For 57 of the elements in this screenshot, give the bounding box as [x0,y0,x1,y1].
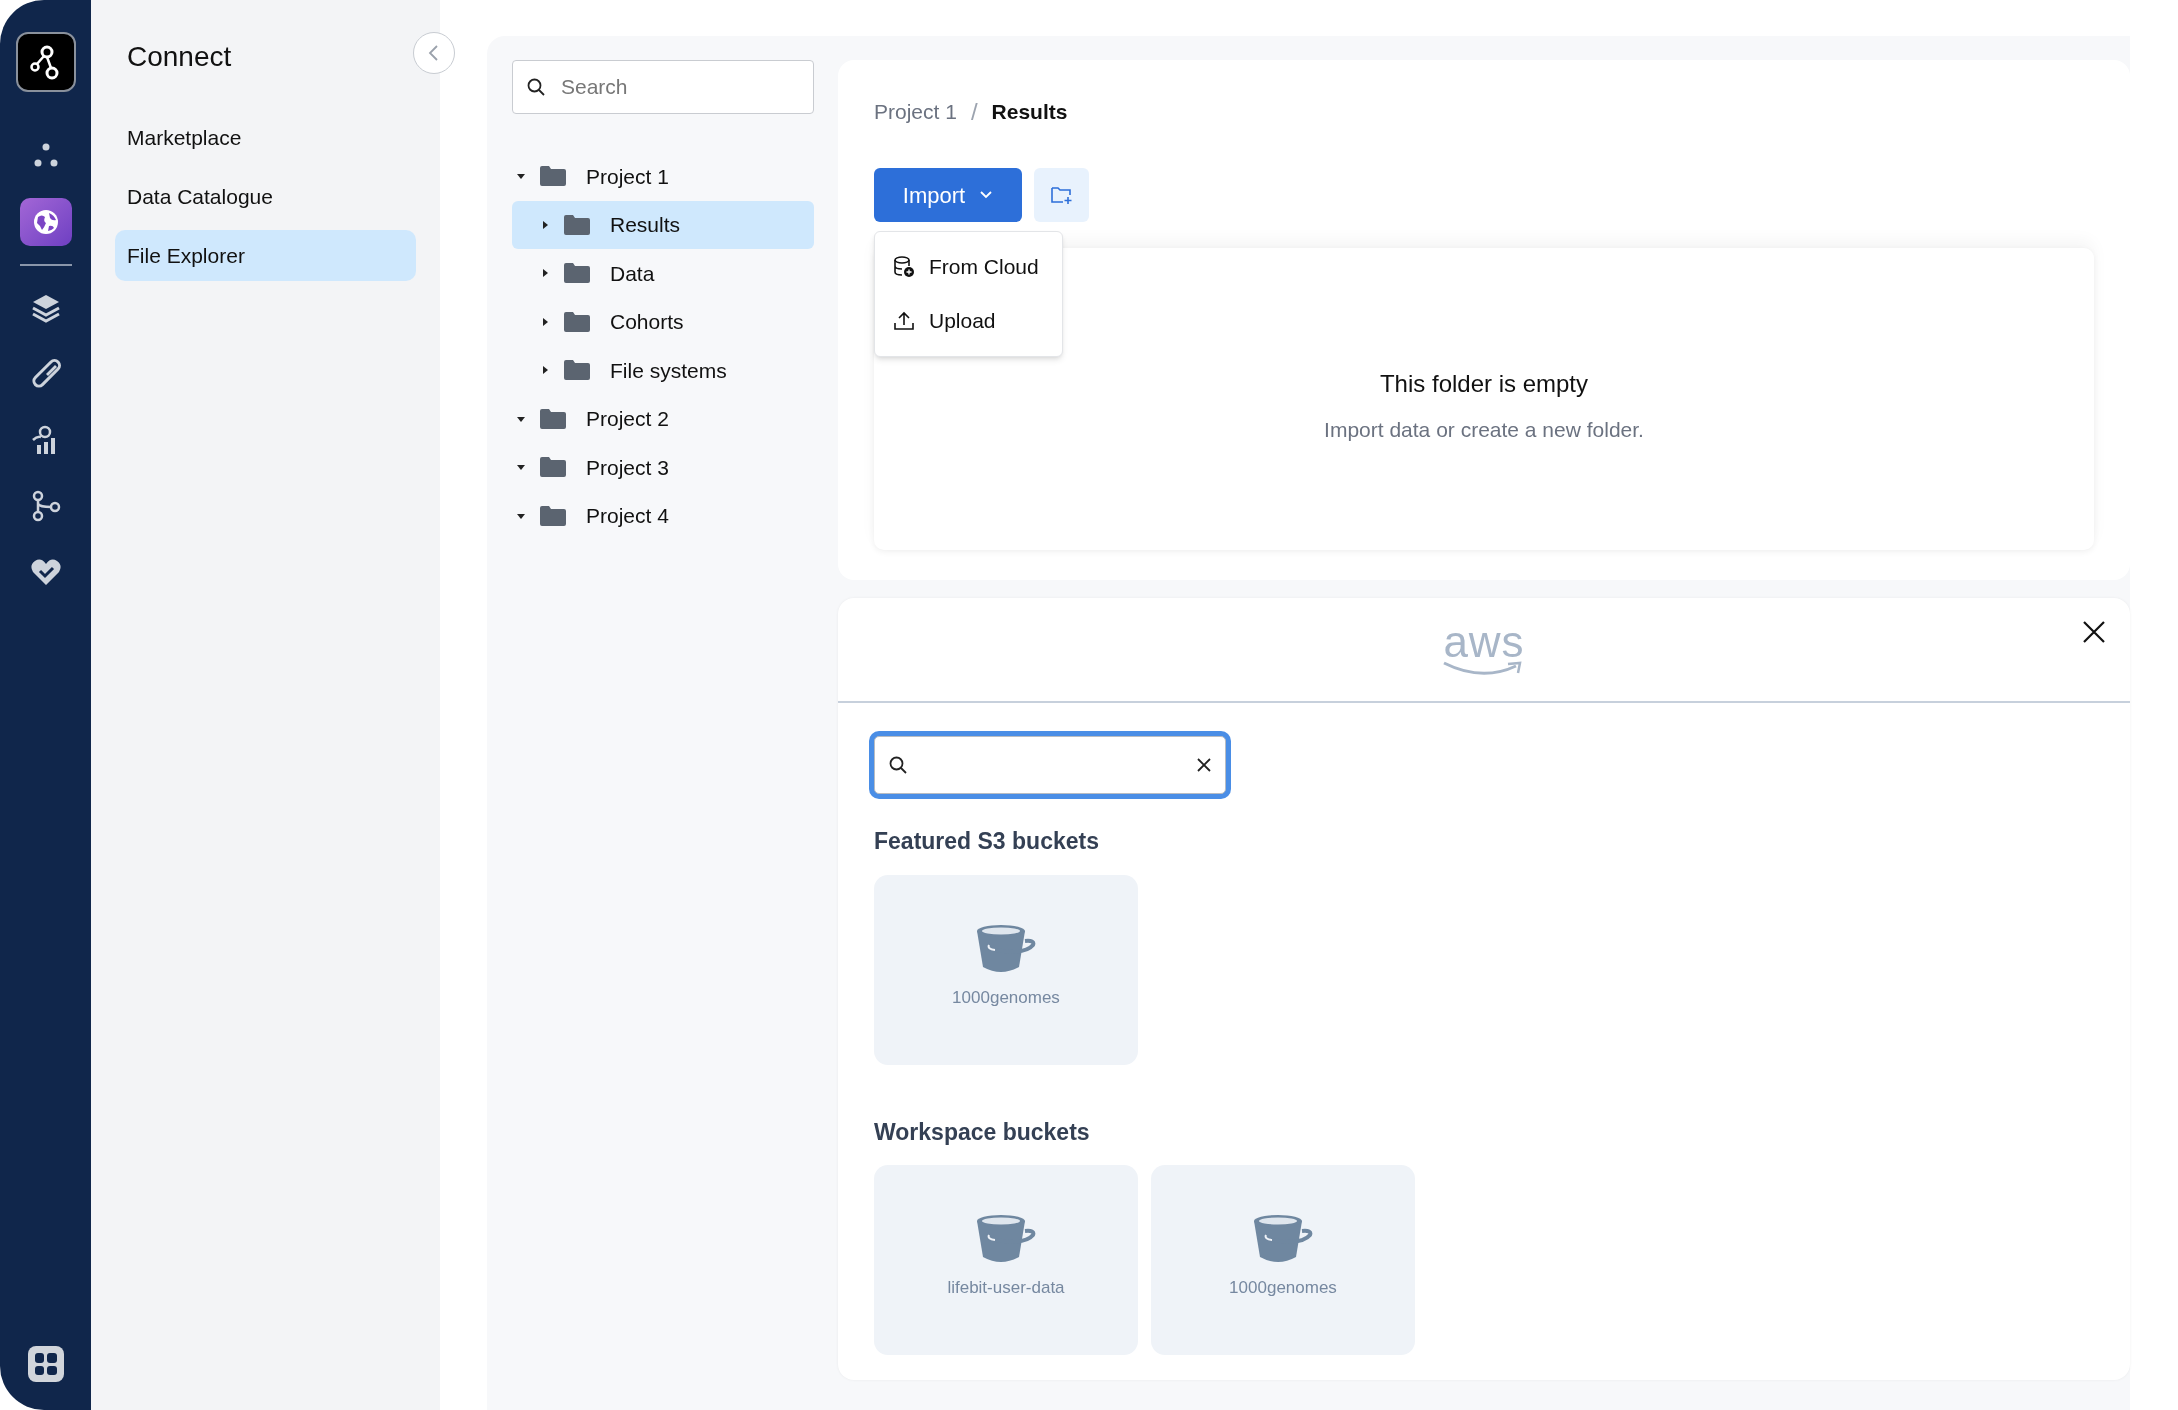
menu-item[interactable]: Upload [875,294,1062,348]
new-folder-button[interactable] [1034,168,1089,222]
folder-icon [540,505,566,526]
heart-check-icon [29,557,62,587]
nav-button[interactable] [19,198,72,246]
breadcrumb-separator: / [970,97,978,127]
caret-icon[interactable] [540,316,550,327]
search-field[interactable]: Search [512,60,814,114]
tree-item[interactable]: Project 2 [512,394,814,443]
folder-icon [564,360,590,381]
folder-icon [564,263,590,284]
tree-item[interactable]: Data [512,249,814,298]
sidebar-item[interactable]: Marketplace [115,112,416,163]
branch-icon [30,490,61,522]
bucket-icon [975,922,1037,975]
folder-icon [540,457,566,478]
caret-icon[interactable] [540,268,550,279]
search-icon [888,755,908,775]
sidebar-item[interactable]: File Explorer [115,230,416,281]
clear-icon[interactable] [1196,757,1212,773]
dots-icon [33,143,58,169]
tree-item[interactable]: Project 4 [512,491,814,540]
breadcrumb-current: Results [991,99,1068,126]
tree-item[interactable]: File systems [512,346,814,395]
app-logo[interactable] [15,32,76,92]
tree-item[interactable]: Results [512,200,814,249]
bucket-icon [1252,1213,1314,1265]
sidebar-item[interactable]: Data Catalogue [115,171,416,222]
breadcrumb-link[interactable]: Project 1 [874,96,957,128]
search-icon [526,77,546,97]
tree-item[interactable]: Project 3 [512,443,814,492]
folder-icon [540,166,566,187]
folder-icon [564,311,590,332]
caret-icon[interactable] [540,219,550,230]
menu-item[interactable]: From Cloud [875,240,1062,294]
bucket-icon [975,1213,1037,1265]
chevron-left-icon [427,44,441,62]
database-plus-icon [893,256,915,278]
empty-title: This folder is empty [1379,369,1589,399]
bucket-search-field[interactable] [874,736,1226,794]
folder-icon [564,214,590,235]
folder-icon [540,408,566,429]
tree-item[interactable]: Project 1 [512,152,814,201]
globe-icon [31,208,60,236]
import-button[interactable]: Import [874,168,1022,222]
aws-logo: aws [1442,623,1526,676]
caret-icon[interactable] [540,365,550,376]
tree-item[interactable]: Cohorts [512,297,814,346]
folder-plus-icon [1049,185,1074,205]
empty-message: Import data or create a new folder. [1324,417,1644,443]
section-heading: Workspace buckets [874,1117,1091,1147]
caret-icon [979,190,994,200]
sidebar-title: Connect [126,40,233,74]
upload-icon [893,311,915,331]
pill-icon [30,359,61,389]
section-heading: Featured S3 buckets [874,827,1100,856]
apps-icon[interactable] [27,1346,64,1382]
